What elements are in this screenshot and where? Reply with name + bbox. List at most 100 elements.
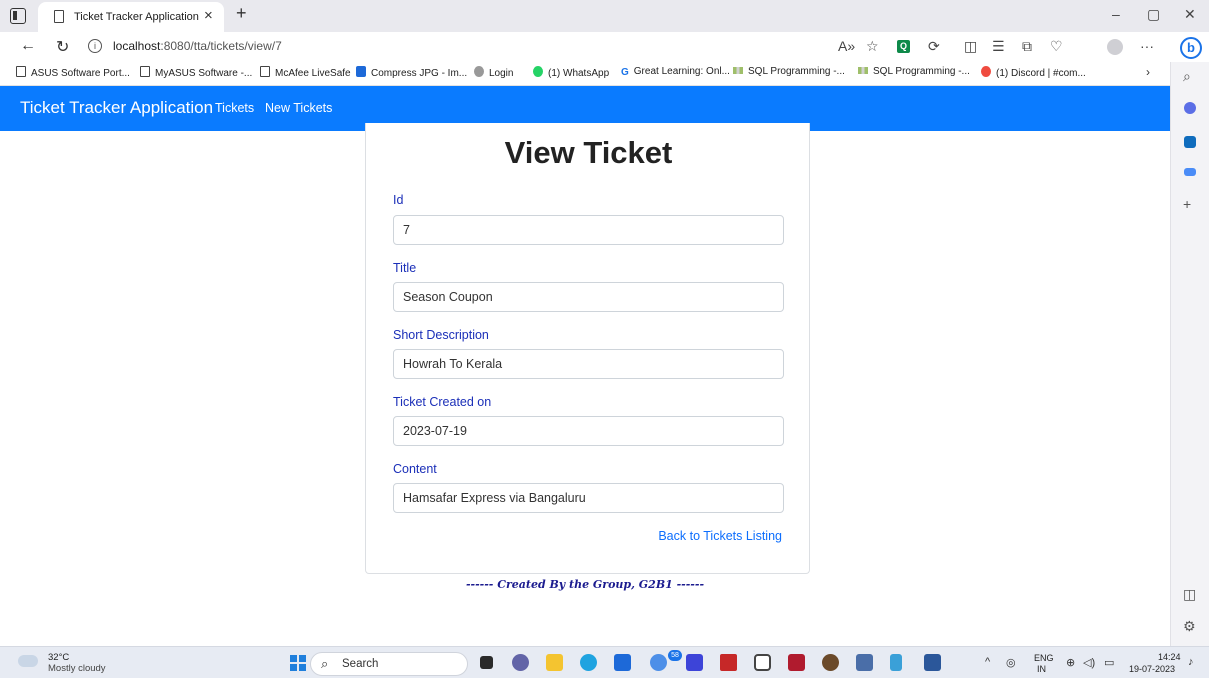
search-icon[interactable]: ⌕	[1183, 68, 1191, 85]
sidebar-toggle-icon[interactable]: ◫	[1183, 586, 1196, 603]
url-field[interactable]: localhost:8080/tta/tickets/view/7	[113, 39, 282, 53]
task-view-icon[interactable]	[480, 656, 493, 669]
page-icon	[16, 66, 26, 77]
footer-credit: ------ Created By the Group, G2B1 ------	[465, 578, 705, 591]
clock-date[interactable]: 19-07-2023	[1129, 664, 1175, 674]
weather-temperature[interactable]: 32°C	[48, 652, 69, 663]
extension-q-icon[interactable]: Q	[897, 40, 910, 53]
wps-office-icon[interactable]	[720, 654, 737, 671]
language-bottom[interactable]: IN	[1037, 664, 1046, 674]
favorites-icon[interactable]: ☰	[992, 38, 1005, 55]
bookmark-item[interactable]: SQL Programming -...	[858, 66, 970, 77]
id-label: Id	[393, 193, 404, 207]
store-icon[interactable]	[614, 654, 631, 671]
bookmark-item[interactable]: (1) Discord | #com...	[981, 66, 1086, 79]
visual-studio-icon[interactable]	[856, 654, 873, 671]
refresh-icon[interactable]: ↻	[56, 37, 69, 57]
taskbar-search-label: Search	[342, 658, 379, 670]
notepad-icon[interactable]	[754, 654, 771, 671]
bookmark-item[interactable]: McAfee LiveSafe	[260, 66, 351, 79]
browser-tab-strip: Ticket Tracker Application × + – ▢ ✕	[0, 0, 1209, 32]
back-arrow-icon[interactable]: ←	[20, 37, 36, 55]
outlook-icon[interactable]	[1184, 136, 1196, 148]
page-icon	[260, 66, 270, 77]
sql-icon	[733, 67, 743, 74]
tool-icon[interactable]	[890, 654, 902, 671]
bookmark-item[interactable]: G Great Learning: Onl...	[621, 66, 730, 78]
id-field[interactable]: 7	[393, 215, 784, 245]
bookmark-item[interactable]: SQL Programming -...	[733, 66, 845, 77]
content-label: Content	[393, 462, 437, 476]
chevron-right-icon[interactable]: ›	[1146, 65, 1150, 79]
title-field[interactable]: Season Coupon	[393, 282, 784, 312]
extension-icon[interactable]: ⟳	[928, 38, 940, 55]
start-windows-icon[interactable]	[290, 655, 306, 671]
mail-icon[interactable]	[650, 654, 667, 671]
whatsapp-icon	[533, 66, 543, 77]
globe-icon	[474, 66, 484, 77]
bookmark-label: MyASUS Software -...	[155, 68, 253, 79]
bookmark-label: (1) WhatsApp	[548, 68, 610, 79]
file-explorer-icon[interactable]	[546, 654, 563, 671]
word-icon[interactable]	[924, 654, 941, 671]
favorite-star-icon[interactable]: ☆	[866, 38, 879, 55]
address-bar: ← ↻ i localhost:8080/tta/tickets/view/7 …	[0, 32, 1209, 62]
read-aloud-icon[interactable]: A»	[838, 38, 855, 54]
language-top[interactable]: ENG	[1034, 653, 1054, 663]
info-icon[interactable]: i	[88, 39, 102, 53]
edge-browser-icon[interactable]	[580, 654, 597, 671]
browser-tab[interactable]: Ticket Tracker Application ×	[38, 2, 224, 32]
notification-bell-icon[interactable]: ♪	[1188, 656, 1194, 668]
window-minimize-button[interactable]: –	[1112, 6, 1120, 22]
add-icon[interactable]: +	[1183, 196, 1191, 212]
gear-icon[interactable]: ⚙	[1183, 618, 1196, 635]
app-brand[interactable]: Ticket Tracker Application	[20, 98, 213, 118]
tab-close-icon[interactable]: ×	[204, 7, 213, 24]
back-to-tickets-link[interactable]: Back to Tickets Listing	[658, 529, 782, 543]
page-icon	[140, 66, 150, 77]
linear-app-icon[interactable]	[686, 654, 703, 671]
weather-condition[interactable]: Mostly cloudy	[48, 663, 106, 674]
window-restore-button[interactable]: ▢	[1147, 6, 1160, 23]
taskbar-search[interactable]: ⌕ Search	[310, 652, 468, 676]
bookmark-item[interactable]: ASUS Software Port...	[16, 66, 130, 79]
notification-badge: 58	[668, 650, 682, 661]
created-on-label: Ticket Created on	[393, 395, 492, 409]
weather-cloud-icon[interactable]	[18, 650, 38, 667]
tab-title: Ticket Tracker Application	[74, 11, 199, 23]
nav-link-new-tickets[interactable]: New Tickets	[265, 101, 332, 115]
eclipse-icon[interactable]	[822, 654, 839, 671]
wifi-icon[interactable]: ⊕	[1066, 656, 1075, 669]
bookmark-item[interactable]: MyASUS Software -...	[140, 66, 252, 79]
media-player-icon[interactable]	[788, 654, 805, 671]
speaker-icon[interactable]: ◁)	[1083, 656, 1095, 669]
browser-essentials-icon[interactable]: ♡	[1050, 38, 1063, 55]
profile-avatar[interactable]	[1107, 39, 1123, 55]
bookmark-label: Compress JPG - Im...	[371, 68, 468, 79]
drop-icon[interactable]	[1184, 168, 1196, 176]
chevron-up-icon[interactable]: ^	[985, 656, 990, 668]
clock-time[interactable]: 14:24	[1158, 652, 1181, 662]
network-icon[interactable]: ◎	[1006, 656, 1016, 669]
short-description-field[interactable]: Howrah To Kerala	[393, 349, 784, 379]
content-field[interactable]: Hamsafar Express via Bangaluru	[393, 483, 784, 513]
bookmark-item[interactable]: Compress JPG - Im...	[356, 66, 467, 79]
battery-icon[interactable]: ▭	[1104, 656, 1114, 669]
shopping-icon[interactable]	[1184, 102, 1196, 114]
tab-actions-icon[interactable]	[10, 8, 26, 24]
window-close-button[interactable]: ✕	[1184, 6, 1196, 23]
chat-icon[interactable]	[512, 654, 529, 671]
url-path: :8080/tta/tickets/view/7	[160, 39, 282, 53]
split-screen-icon[interactable]: ◫	[964, 38, 977, 55]
collections-icon[interactable]: ⧉	[1022, 38, 1032, 55]
new-tab-icon[interactable]: +	[236, 3, 247, 24]
more-menu-icon[interactable]: ···	[1140, 38, 1154, 54]
nav-link-tickets[interactable]: Tickets	[215, 101, 254, 115]
sql-icon	[858, 67, 868, 74]
bookmark-label: Login	[489, 68, 514, 79]
bookmark-item[interactable]: Login	[474, 66, 513, 79]
created-on-field[interactable]: 2023-07-19	[393, 416, 784, 446]
bing-copilot-icon[interactable]: b	[1180, 37, 1202, 59]
bookmark-item[interactable]: (1) WhatsApp	[533, 66, 609, 79]
page-title: View Ticket	[504, 135, 673, 170]
